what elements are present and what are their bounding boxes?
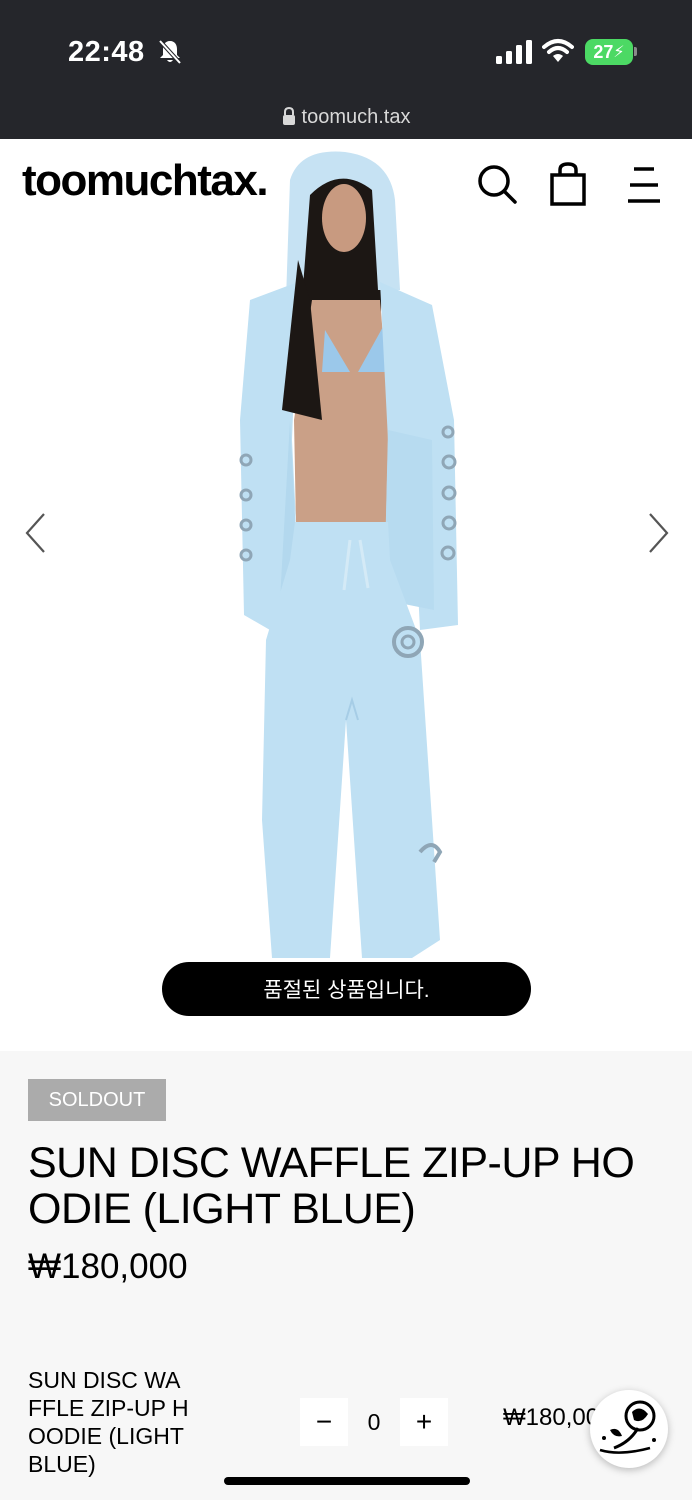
quantity-plus-button[interactable]: + xyxy=(400,1398,448,1446)
menu-icon[interactable] xyxy=(626,166,662,204)
battery-icon: 27 ⚡ xyxy=(585,39,633,65)
url-text: toomuch.tax xyxy=(301,106,411,128)
address-bar[interactable]: toomuch.tax xyxy=(0,106,692,129)
option-price: ₩180,000 xyxy=(503,1404,603,1431)
chat-button[interactable] xyxy=(590,1390,668,1468)
chevron-left-icon[interactable] xyxy=(24,512,48,554)
battery-cap xyxy=(634,47,637,56)
quantity-minus-button[interactable]: − xyxy=(300,1398,348,1446)
rose-chat-icon xyxy=(599,1400,656,1454)
quantity-value[interactable]: 0 xyxy=(354,1398,394,1446)
home-indicator[interactable] xyxy=(224,1477,470,1485)
wifi-icon xyxy=(542,39,574,62)
chevron-right-icon[interactable] xyxy=(646,512,670,554)
lock-icon xyxy=(282,107,295,125)
search-icon[interactable] xyxy=(476,163,518,205)
option-name: SUN DISC WA FFLE ZIP-UP H OODIE (LIGHT B… xyxy=(28,1367,189,1477)
status-time: 22:48 xyxy=(68,36,145,68)
product-title: SUN DISC WAFFLE ZIP-UP HO ODIE (LIGHT BL… xyxy=(28,1139,635,1233)
product-image[interactable] xyxy=(0,139,692,1051)
soldout-toast: 품절된 상품입니다. xyxy=(162,962,531,1016)
signal-icon xyxy=(496,40,532,64)
soldout-badge: SOLDOUT xyxy=(28,1079,166,1121)
model-photo xyxy=(239,151,458,958)
battery-level: 27 xyxy=(593,41,614,62)
shopping-bag-icon[interactable] xyxy=(550,162,586,206)
status-bar: 22:48 27 ⚡ toomuch.tax xyxy=(0,0,692,139)
product-price: ₩180,000 xyxy=(28,1247,188,1286)
site-logo[interactable]: toomuchtax. xyxy=(22,156,269,206)
bell-slash-icon xyxy=(158,39,182,65)
